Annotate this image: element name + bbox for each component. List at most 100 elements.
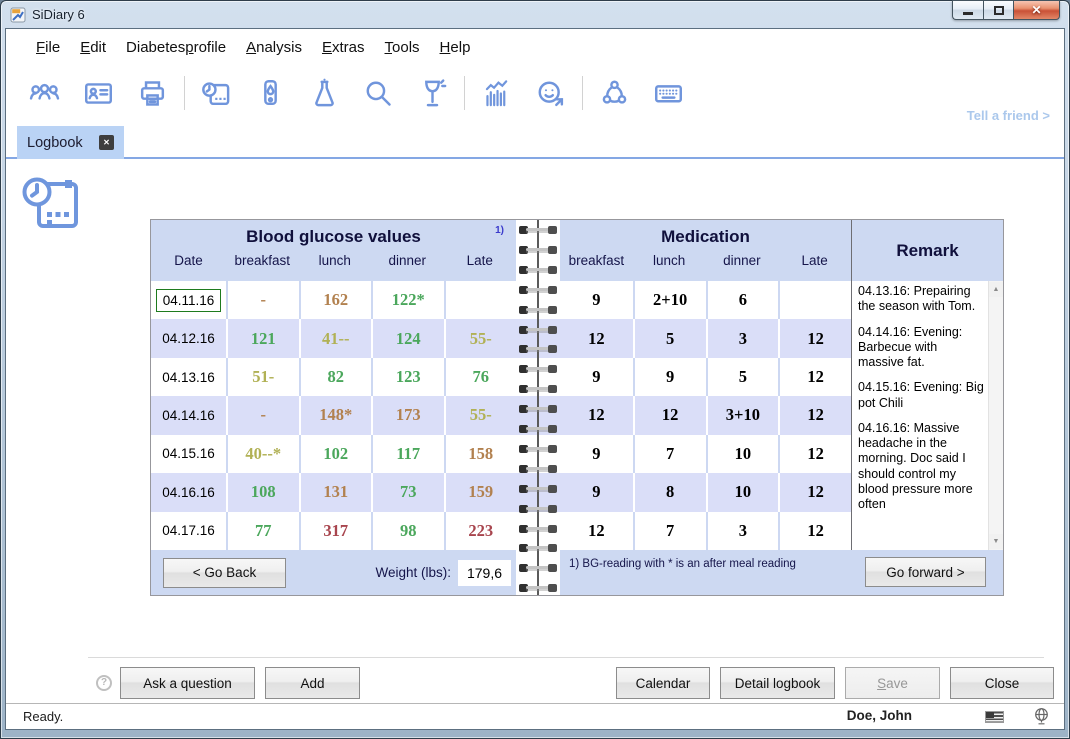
remark-body[interactable]: 04.13.16: Prepairing the season with Tom… xyxy=(852,281,988,550)
med-value-cell[interactable]: 9 xyxy=(560,435,633,473)
bg-value-cell[interactable]: 223 xyxy=(444,512,517,550)
bg-value-cell[interactable]: 159 xyxy=(444,473,517,511)
med-value-cell[interactable]: 9 xyxy=(560,281,633,319)
bg-value-cell[interactable]: 124 xyxy=(371,319,444,357)
date-cell[interactable]: 04.16.16 xyxy=(151,473,226,511)
patients-icon[interactable] xyxy=(22,74,66,112)
close-button[interactable]: Close xyxy=(950,667,1054,699)
go-back-button[interactable]: < Go Back xyxy=(163,558,286,588)
logbook-icon[interactable] xyxy=(194,74,238,112)
maximize-button[interactable] xyxy=(983,0,1013,20)
menu-analysis[interactable]: Analysis xyxy=(236,32,312,63)
med-value-cell[interactable]: 9 xyxy=(560,358,633,396)
bg-value-cell[interactable]: - xyxy=(226,396,299,434)
bg-value-cell[interactable]: 317 xyxy=(299,512,372,550)
bg-value-cell[interactable]: 73 xyxy=(371,473,444,511)
bg-value-cell[interactable]: 123 xyxy=(371,358,444,396)
med-value-cell[interactable]: 3+10 xyxy=(706,396,779,434)
language-flag-icon[interactable] xyxy=(985,711,1004,723)
tell-a-friend-link[interactable]: Tell a friend > xyxy=(967,108,1050,123)
tab-close-icon[interactable]: ✕ xyxy=(99,135,114,150)
remark-scrollbar[interactable]: ▲ ▼ xyxy=(988,281,1003,550)
menu-tools[interactable]: Tools xyxy=(375,32,430,63)
search-icon[interactable] xyxy=(356,74,400,112)
bg-value-cell[interactable]: 148* xyxy=(299,396,372,434)
menu-file[interactable]: File xyxy=(26,32,70,63)
bg-value-cell[interactable]: 122* xyxy=(371,281,444,319)
med-value-cell[interactable]: 7 xyxy=(633,435,706,473)
ask-a-question-button[interactable]: Ask a question xyxy=(120,667,255,699)
bg-value-cell[interactable]: 41-- xyxy=(299,319,372,357)
scroll-up-icon[interactable]: ▲ xyxy=(989,282,1003,297)
med-value-cell[interactable]: 3 xyxy=(706,319,779,357)
print-icon[interactable] xyxy=(130,74,174,112)
med-value-cell[interactable]: 12 xyxy=(778,435,851,473)
med-value-cell[interactable]: 7 xyxy=(633,512,706,550)
med-value-cell[interactable]: 12 xyxy=(560,512,633,550)
menu-edit[interactable]: Edit xyxy=(70,32,116,63)
med-value-cell[interactable]: 12 xyxy=(778,512,851,550)
scroll-down-icon[interactable]: ▼ xyxy=(989,534,1003,549)
bg-value-cell[interactable]: 162 xyxy=(299,281,372,319)
lab-results-icon[interactable] xyxy=(302,74,346,112)
date-cell[interactable]: 04.15.16 xyxy=(151,435,226,473)
date-cell[interactable]: 04.13.16 xyxy=(151,358,226,396)
med-value-cell[interactable]: 5 xyxy=(706,358,779,396)
bg-value-cell[interactable]: 55- xyxy=(444,319,517,357)
add-button[interactable]: Add xyxy=(265,667,360,699)
help-icon[interactable]: ? xyxy=(96,675,112,691)
patient-data-icon[interactable] xyxy=(76,74,120,112)
bg-value-cell[interactable]: 40--* xyxy=(226,435,299,473)
go-forward-button[interactable]: Go forward > xyxy=(865,557,986,587)
date-cell[interactable]: 04.11.16 xyxy=(151,281,226,319)
close-window-button[interactable]: ✕ xyxy=(1013,0,1060,20)
bg-value-cell[interactable]: 76 xyxy=(444,358,517,396)
tab-logbook[interactable]: Logbook ✕ xyxy=(17,126,124,159)
minimize-button[interactable] xyxy=(952,0,983,20)
bg-value-cell[interactable]: - xyxy=(226,281,299,319)
med-value-cell[interactable]: 6 xyxy=(706,281,779,319)
med-value-cell[interactable]: 12 xyxy=(778,319,851,357)
glucose-meter-icon[interactable] xyxy=(248,74,292,112)
bg-value-cell[interactable]: 51- xyxy=(226,358,299,396)
date-cell[interactable]: 04.12.16 xyxy=(151,319,226,357)
bg-value-cell[interactable]: 173 xyxy=(371,396,444,434)
bg-value-cell[interactable]: 108 xyxy=(226,473,299,511)
menu-help[interactable]: Help xyxy=(430,32,481,63)
med-value-cell[interactable]: 12 xyxy=(560,319,633,357)
menu-diabetesprofile[interactable]: Diabetesprofile xyxy=(116,32,236,63)
bg-value-cell[interactable] xyxy=(444,281,517,319)
bg-value-cell[interactable]: 77 xyxy=(226,512,299,550)
bg-value-cell[interactable]: 82 xyxy=(299,358,372,396)
export-wizard-icon[interactable] xyxy=(528,74,572,112)
med-value-cell[interactable]: 9 xyxy=(560,473,633,511)
onscreen-keyboard-icon[interactable] xyxy=(646,74,690,112)
med-value-cell[interactable]: 12 xyxy=(778,396,851,434)
med-value-cell[interactable]: 12 xyxy=(778,473,851,511)
menu-extras[interactable]: Extras xyxy=(312,32,375,63)
sync-icon[interactable] xyxy=(592,74,636,112)
calendar-button[interactable]: Calendar xyxy=(616,667,710,699)
med-value-cell[interactable]: 10 xyxy=(706,435,779,473)
bg-value-cell[interactable]: 55- xyxy=(444,396,517,434)
bg-value-cell[interactable]: 102 xyxy=(299,435,372,473)
med-value-cell[interactable]: 8 xyxy=(633,473,706,511)
med-value-cell[interactable]: 5 xyxy=(633,319,706,357)
date-cell[interactable]: 04.17.16 xyxy=(151,512,226,550)
med-value-cell[interactable]: 10 xyxy=(706,473,779,511)
bg-value-cell[interactable]: 121 xyxy=(226,319,299,357)
weight-input[interactable]: 179,6 xyxy=(458,560,511,586)
save-button[interactable]: Save xyxy=(845,667,940,699)
med-value-cell[interactable]: 12 xyxy=(633,396,706,434)
nutrition-icon[interactable] xyxy=(410,74,454,112)
med-value-cell[interactable]: 3 xyxy=(706,512,779,550)
bg-value-cell[interactable]: 158 xyxy=(444,435,517,473)
bg-value-cell[interactable]: 131 xyxy=(299,473,372,511)
globe-icon[interactable] xyxy=(1032,707,1051,726)
med-value-cell[interactable]: 2+10 xyxy=(633,281,706,319)
bg-value-cell[interactable]: 98 xyxy=(371,512,444,550)
med-value-cell[interactable]: 12 xyxy=(560,396,633,434)
bg-value-cell[interactable]: 117 xyxy=(371,435,444,473)
med-value-cell[interactable]: 9 xyxy=(633,358,706,396)
med-value-cell[interactable] xyxy=(778,281,851,319)
